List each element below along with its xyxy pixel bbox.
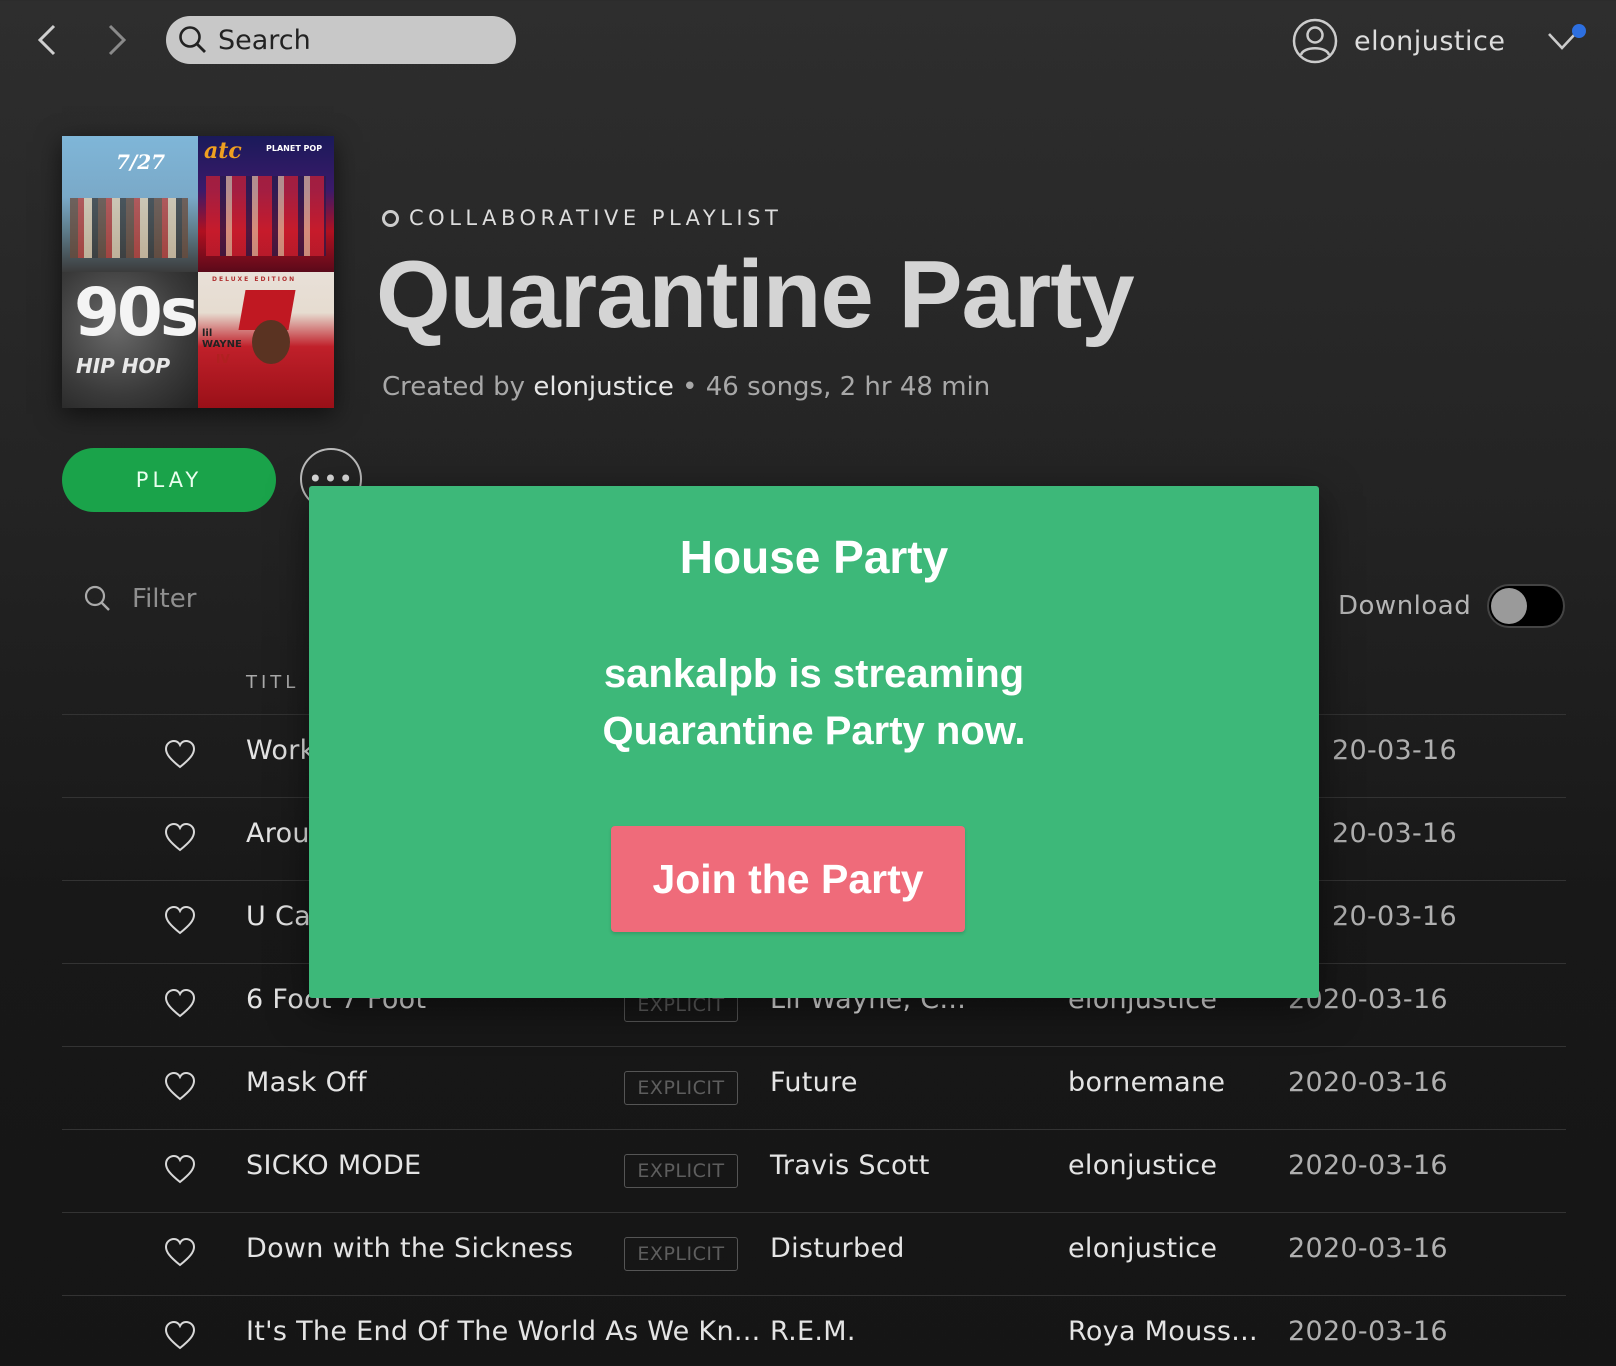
table-row[interactable]: SICKO MODE EXPLICIT Travis Scott elonjustic… xyxy=(62,1129,1566,1212)
date-added: 2020-03-16 xyxy=(1288,1233,1448,1264)
date-added: 20-03-16 xyxy=(1332,901,1457,932)
date-added: 20-03-16 xyxy=(1332,818,1457,849)
added-by-link[interactable]: bornemane xyxy=(1068,1067,1225,1098)
explicit-badge: EXPLICIT xyxy=(624,1237,738,1271)
username: elonjustice xyxy=(1354,25,1506,57)
explicit-badge: EXPLICIT xyxy=(624,1154,738,1188)
track-artist-link[interactable]: Travis Scott xyxy=(770,1150,930,1181)
track-title: It's The End Of The World As We Kn... xyxy=(246,1316,761,1347)
user-avatar-icon xyxy=(1292,18,1338,64)
heart-icon[interactable] xyxy=(164,1237,196,1269)
track-title: Arou xyxy=(246,818,310,849)
search-input[interactable] xyxy=(218,24,498,56)
table-row[interactable]: Mask Off EXPLICIT Future bornemane 2020-03-1… xyxy=(62,1046,1566,1129)
toggle-knob xyxy=(1491,588,1528,624)
added-by-link[interactable]: elonjustice xyxy=(1068,1233,1217,1264)
heart-icon[interactable] xyxy=(164,1071,196,1103)
back-button[interactable] xyxy=(26,18,70,62)
heart-icon[interactable] xyxy=(164,739,196,771)
track-artist-link[interactable]: R.E.M. xyxy=(770,1316,856,1347)
date-added: 2020-03-16 xyxy=(1288,1067,1448,1098)
date-added: 2020-03-16 xyxy=(1288,1316,1448,1347)
explicit-badge: EXPLICIT xyxy=(624,1071,738,1105)
modal-title: House Party xyxy=(679,531,949,583)
track-artist-link[interactable]: Future xyxy=(770,1067,858,1098)
playlist-type-label: COLLABORATIVE PLAYLIST xyxy=(382,206,782,230)
track-title: SICKO MODE xyxy=(246,1150,422,1181)
collaborative-icon xyxy=(382,209,399,227)
track-artist-link[interactable]: Disturbed xyxy=(770,1233,905,1264)
playlist-owner-link[interactable]: elonjustice xyxy=(533,372,674,402)
join-party-button[interactable]: Join the Party xyxy=(611,826,965,932)
track-title: U Ca xyxy=(246,901,311,932)
chevron-left-icon xyxy=(37,24,56,56)
date-added: 2020-03-16 xyxy=(1288,1150,1448,1181)
user-menu[interactable]: elonjustice xyxy=(1292,16,1505,66)
date-added: 20-03-16 xyxy=(1332,735,1457,766)
search-bar[interactable] xyxy=(166,16,516,64)
table-row[interactable]: Down with the Sickness EXPLICIT Disturbed e… xyxy=(62,1212,1566,1295)
heart-icon[interactable] xyxy=(164,988,196,1020)
forward-button[interactable] xyxy=(94,18,138,62)
cover-tile-1: 7/27 xyxy=(62,136,198,272)
track-title: Work xyxy=(246,735,316,766)
modal-message: sankalpb is streaming Quarantine Party n… xyxy=(602,652,1026,753)
table-row[interactable]: It's The End Of The World As We Kn... R.E… xyxy=(62,1295,1566,1366)
search-icon xyxy=(84,585,110,611)
notification-dot xyxy=(1572,24,1586,38)
heart-icon[interactable] xyxy=(164,905,196,937)
track-title: Mask Off xyxy=(246,1067,367,1098)
chevron-right-icon xyxy=(108,24,127,56)
added-by-link[interactable]: Roya Mouss... xyxy=(1068,1316,1258,1347)
cover-tile-2: atc PLANET POP xyxy=(198,136,334,272)
filter-bar[interactable] xyxy=(84,584,332,614)
heart-icon[interactable] xyxy=(164,1154,196,1186)
column-header-title[interactable]: TITL xyxy=(246,672,299,693)
heart-icon[interactable] xyxy=(164,822,196,854)
track-title: Down with the Sickness xyxy=(246,1233,574,1264)
house-party-modal: House Party sankalpb is streaming Quaran… xyxy=(309,486,1319,998)
playlist-meta: Created by elonjustice • 46 songs, 2 hr … xyxy=(382,372,991,402)
cover-tile-4: DELUXE EDITION lil WAYNE IV xyxy=(198,272,334,408)
search-icon xyxy=(179,26,206,53)
filter-input[interactable] xyxy=(132,584,332,614)
added-by-link[interactable]: elonjustice xyxy=(1068,1150,1217,1181)
cover-tile-3: 90s HIP HOP xyxy=(62,272,198,408)
heart-icon[interactable] xyxy=(164,1320,196,1352)
playlist-cover: 7/27 atc PLANET POP 90s HIP HOP DELUXE E… xyxy=(62,136,334,408)
download-toggle[interactable] xyxy=(1487,584,1566,628)
play-button[interactable]: PLAY xyxy=(62,448,276,512)
download-label: Download xyxy=(1338,591,1472,621)
playlist-title: Quarantine Party xyxy=(376,241,1135,348)
download-control: Download xyxy=(1338,584,1566,628)
